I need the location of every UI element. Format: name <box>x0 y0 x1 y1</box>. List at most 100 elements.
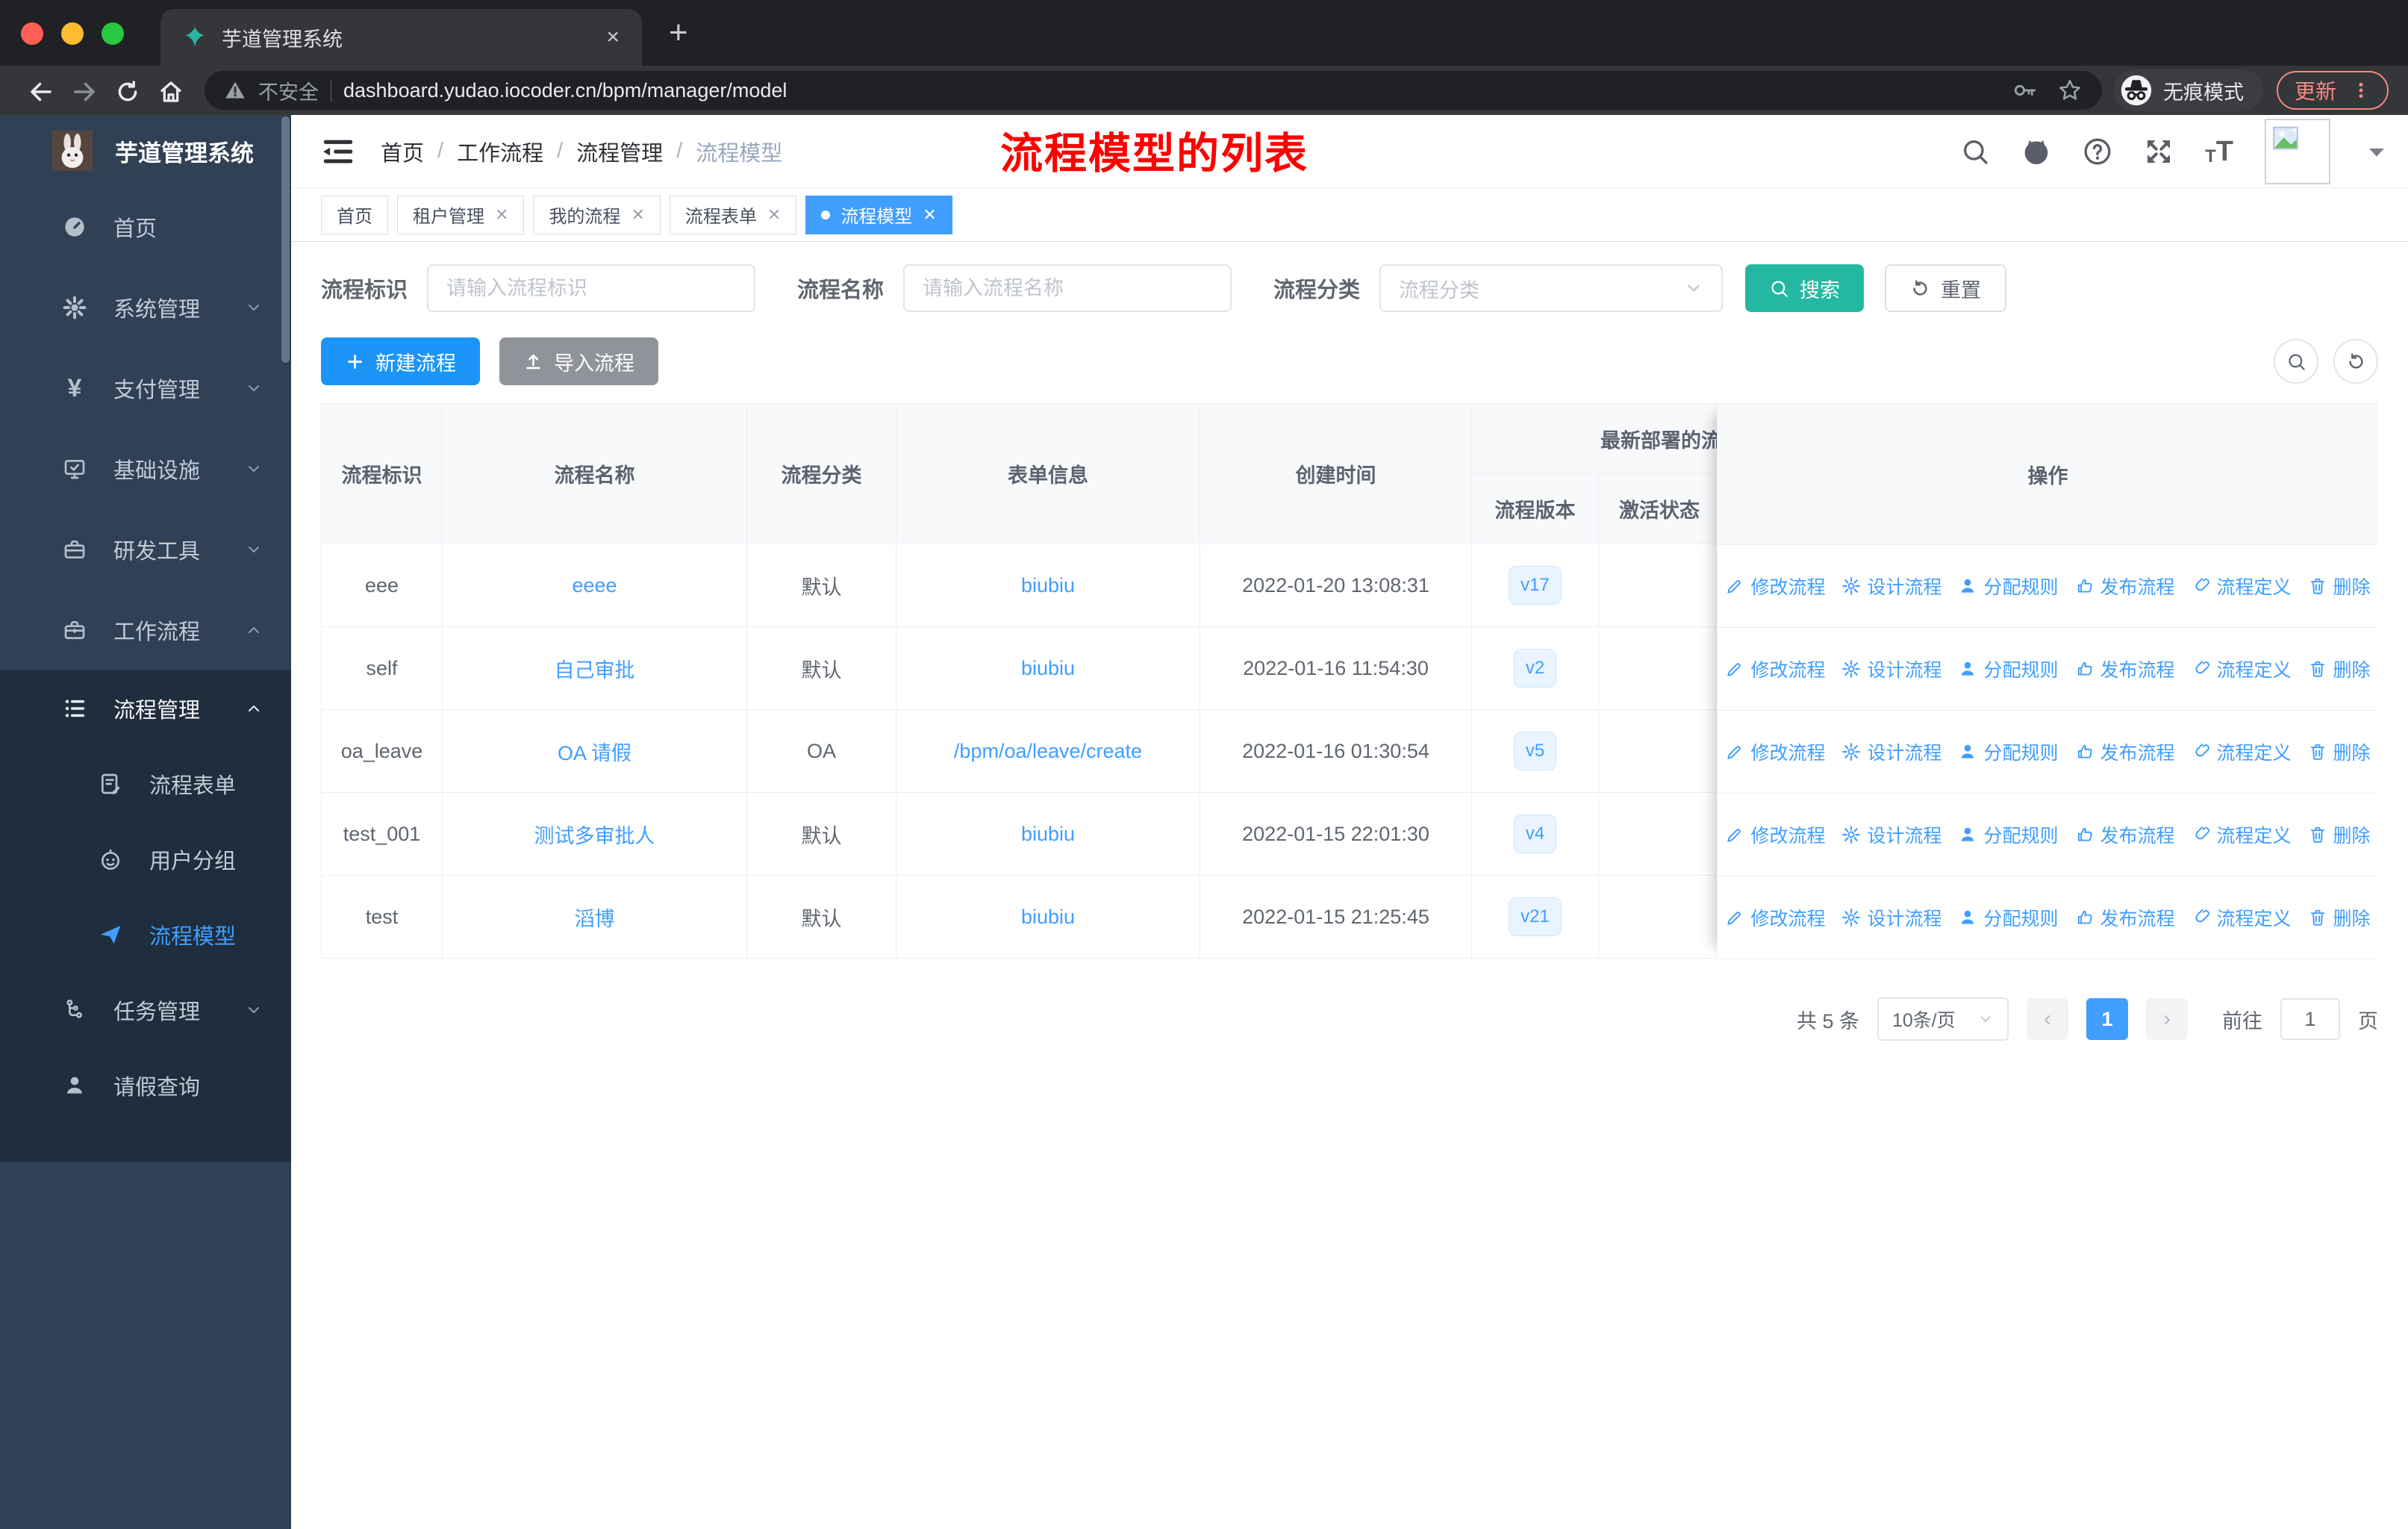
import-process-button[interactable]: 导入流程 <box>499 337 658 385</box>
sidebar-scrollbar[interactable] <box>281 116 290 363</box>
assign-rule-link[interactable]: 分配规则 <box>1958 573 2059 600</box>
view-tag-tenant[interactable]: 租户管理 ✕ <box>397 195 525 234</box>
breadcrumb-item[interactable]: 流程管理 <box>576 136 663 167</box>
delete-link[interactable]: 删除 <box>2308 821 2371 848</box>
next-page-button[interactable]: › <box>2146 998 2188 1040</box>
form-info-link[interactable]: biubiu <box>1021 574 1075 597</box>
toggle-search-button[interactable] <box>2274 339 2318 384</box>
publish-process-link[interactable]: 发布流程 <box>2075 573 2175 600</box>
breadcrumb-item[interactable]: 首页 <box>381 136 424 167</box>
process-name-link[interactable]: OA 请假 <box>558 742 631 764</box>
sidebar-item-process-form[interactable]: 流程表单 <box>0 746 291 821</box>
form-info-link[interactable]: /bpm/oa/leave/create <box>954 740 1142 762</box>
update-browser-button[interactable]: 更新 <box>2276 71 2389 110</box>
process-definition-link[interactable]: 流程定义 <box>2192 655 2292 682</box>
password-key-icon[interactable] <box>2012 78 2038 103</box>
process-definition-link[interactable]: 流程定义 <box>2192 904 2292 931</box>
browser-menu-dots-icon[interactable] <box>2351 81 2371 100</box>
view-tag-my-process[interactable]: 我的流程 ✕ <box>533 195 661 234</box>
goto-page-input[interactable] <box>2280 998 2340 1040</box>
process-name-link[interactable]: 滔博 <box>575 908 615 930</box>
design-process-link[interactable]: 设计流程 <box>1841 655 1941 682</box>
design-process-link[interactable]: 设计流程 <box>1841 573 1941 600</box>
form-info-link[interactable]: biubiu <box>1021 906 1075 928</box>
breadcrumb-item[interactable]: 工作流程 <box>457 136 543 167</box>
delete-link[interactable]: 删除 <box>2308 573 2371 600</box>
sidebar-item-infrastructure[interactable]: 基础设施 <box>0 429 291 509</box>
close-window-button[interactable] <box>21 22 43 45</box>
sidebar-item-leave-query[interactable]: 请假查询 <box>0 1047 291 1123</box>
current-page-button[interactable]: 1 <box>2086 998 2128 1040</box>
process-name-link[interactable]: eeee <box>572 574 617 597</box>
assign-rule-link[interactable]: 分配规则 <box>1958 821 2059 848</box>
category-select[interactable]: 流程分类 <box>1379 264 1724 312</box>
assign-rule-link[interactable]: 分配规则 <box>1958 738 2059 765</box>
view-tag-process-model[interactable]: 流程模型 ✕ <box>805 195 952 234</box>
process-definition-link[interactable]: 流程定义 <box>2192 738 2292 765</box>
back-button[interactable] <box>19 75 63 105</box>
home-button[interactable] <box>149 75 193 105</box>
create-process-button[interactable]: 新建流程 <box>321 337 480 385</box>
fullscreen-icon[interactable] <box>2144 137 2174 166</box>
view-tag-home[interactable]: 首页 <box>321 195 388 234</box>
minimize-window-button[interactable] <box>61 22 84 45</box>
sidebar-item-payment[interactable]: ¥ 支付管理 <box>0 348 291 429</box>
sidebar-item-task-manage[interactable]: 任务管理 <box>0 972 291 1047</box>
sidebar-item-home[interactable]: 首页 <box>0 187 291 267</box>
view-tag-process-form[interactable]: 流程表单 ✕ <box>669 195 797 234</box>
sidebar-item-user-group[interactable]: 用户分组 <box>0 821 291 897</box>
tag-close-icon[interactable]: ✕ <box>631 205 644 225</box>
reload-button[interactable] <box>106 76 149 105</box>
hamburger-icon[interactable] <box>321 134 355 169</box>
sidebar-item-process-model[interactable]: 流程模型 <box>0 897 291 972</box>
publish-process-link[interactable]: 发布流程 <box>2075 738 2175 765</box>
github-icon[interactable] <box>2021 137 2051 166</box>
sidebar-item-system[interactable]: 系统管理 <box>0 267 291 348</box>
caret-down-icon[interactable] <box>2362 137 2392 166</box>
delete-link[interactable]: 删除 <box>2308 655 2371 682</box>
assign-rule-link[interactable]: 分配规则 <box>1958 655 2059 682</box>
form-info-link[interactable]: biubiu <box>1021 823 1075 845</box>
reset-button[interactable]: 重置 <box>1885 264 2007 312</box>
modify-process-link[interactable]: 修改流程 <box>1725 904 1825 931</box>
publish-process-link[interactable]: 发布流程 <box>2075 821 2175 848</box>
zoom-window-button[interactable] <box>102 22 124 45</box>
process-name-link[interactable]: 自己审批 <box>555 659 635 682</box>
modify-process-link[interactable]: 修改流程 <box>1725 821 1825 848</box>
publish-process-link[interactable]: 发布流程 <box>2075 655 2175 682</box>
sidebar-item-devtools[interactable]: 研发工具 <box>0 509 291 590</box>
help-icon[interactable] <box>2083 137 2112 166</box>
font-size-icon[interactable]: TT <box>2205 137 2233 166</box>
bookmark-star-icon[interactable] <box>2057 78 2083 103</box>
modify-process-link[interactable]: 修改流程 <box>1725 655 1825 682</box>
address-bar[interactable]: 不安全 dashboard.yudao.iocoder.cn/bpm/manag… <box>205 71 2102 110</box>
design-process-link[interactable]: 设计流程 <box>1841 738 1941 765</box>
modify-process-link[interactable]: 修改流程 <box>1725 573 1825 600</box>
sidebar-item-workflow[interactable]: 工作流程 <box>0 590 291 670</box>
tag-close-icon[interactable]: ✕ <box>495 205 508 225</box>
process-definition-link[interactable]: 流程定义 <box>2192 573 2292 600</box>
form-info-link[interactable]: biubiu <box>1021 657 1075 679</box>
new-tab-button[interactable]: + <box>669 14 688 52</box>
avatar[interactable] <box>2265 118 2330 184</box>
process-name-input[interactable] <box>903 264 1232 312</box>
delete-link[interactable]: 删除 <box>2308 738 2371 765</box>
process-key-input[interactable] <box>427 264 756 312</box>
publish-process-link[interactable]: 发布流程 <box>2075 904 2175 931</box>
prev-page-button[interactable]: ‹ <box>2027 998 2068 1040</box>
browser-tab[interactable]: 芋道管理系统 × <box>160 9 642 66</box>
process-definition-link[interactable]: 流程定义 <box>2192 821 2292 848</box>
design-process-link[interactable]: 设计流程 <box>1841 904 1941 931</box>
sidebar-item-process-manage[interactable]: 流程管理 <box>0 670 291 746</box>
design-process-link[interactable]: 设计流程 <box>1841 821 1941 848</box>
tag-close-icon[interactable]: ✕ <box>767 205 781 225</box>
assign-rule-link[interactable]: 分配规则 <box>1958 904 2059 931</box>
tag-close-icon[interactable]: ✕ <box>923 205 936 225</box>
tab-close-icon[interactable]: × <box>606 25 620 50</box>
delete-link[interactable]: 删除 <box>2308 904 2371 931</box>
search-icon[interactable] <box>1960 137 1990 166</box>
refresh-table-button[interactable] <box>2333 339 2378 384</box>
modify-process-link[interactable]: 修改流程 <box>1725 738 1825 765</box>
page-size-select[interactable]: 10条/页 <box>1877 997 2009 1041</box>
process-name-link[interactable]: 测试多审批人 <box>534 825 655 847</box>
